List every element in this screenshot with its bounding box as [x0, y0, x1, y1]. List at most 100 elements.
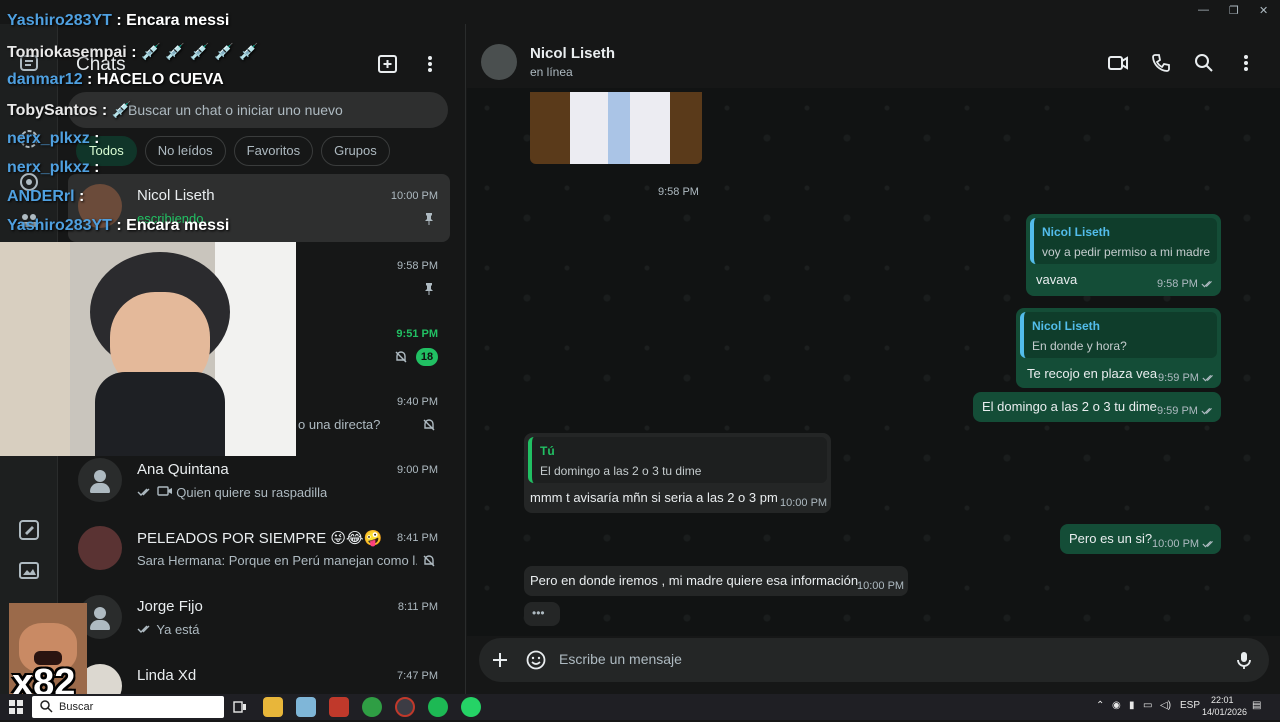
- quoted-message[interactable]: Nicol Liseth voy a pedir permiso a mi ma…: [1030, 218, 1217, 264]
- spotify-icon[interactable]: [428, 697, 448, 717]
- clock-date[interactable]: 14/01/2026: [1202, 707, 1247, 717]
- message-bubble-outgoing[interactable]: Nicol Liseth voy a pedir permiso a mi ma…: [1026, 214, 1221, 296]
- tray-mic-icon[interactable]: ▮: [1129, 700, 1135, 711]
- chat-time: 8:41 PM: [397, 532, 438, 544]
- more-options-icon[interactable]: [1235, 52, 1257, 74]
- voice-call-icon[interactable]: [1150, 52, 1172, 74]
- stream-chat-line: Yashiro283YT : Encara messi: [7, 217, 230, 234]
- chat-time: 9:00 PM: [397, 464, 438, 476]
- stream-chat-line: TobySantos : 💉: [7, 102, 132, 119]
- double-check-icon: [1202, 541, 1214, 548]
- search-placeholder: Buscar un chat o iniciar uno nuevo: [128, 102, 343, 118]
- unread-badge: 18: [416, 348, 438, 366]
- message-bubble-incoming[interactable]: Pero en donde iremos , mi madre quiere e…: [524, 566, 908, 596]
- chat-name: Nicol Liseth: [137, 187, 215, 204]
- double-check-icon: [1201, 408, 1212, 415]
- typing-dots: •••: [532, 606, 545, 620]
- message-bubble-outgoing[interactable]: Pero es un si? 10:00 PM: [1060, 524, 1221, 554]
- taskbar-search-text: Buscar: [59, 701, 94, 713]
- message-time: 10:00 PM: [780, 497, 828, 509]
- message-time: 9:58 PM: [1157, 278, 1215, 290]
- stream-chat-line: nerx_plkxz :: [7, 159, 100, 176]
- message-input[interactable]: Escribe un mensaje: [559, 651, 682, 667]
- message-time: 9:59 PM: [1158, 372, 1216, 384]
- search-icon: [40, 700, 53, 718]
- attach-plus-icon[interactable]: [489, 649, 511, 671]
- chat-name: Linda Xd: [137, 667, 197, 684]
- muted-icon: [422, 418, 436, 432]
- muted-icon: [394, 350, 408, 364]
- search-icon[interactable]: [1193, 52, 1215, 74]
- file-explorer-icon[interactable]: [263, 697, 283, 717]
- tray-record-icon[interactable]: ◉: [1112, 700, 1121, 711]
- contact-name: Nicol Liseth: [530, 45, 616, 62]
- chat-row-jorge-fijo[interactable]: Jorge Fijo 8:11 PM Ya está: [68, 585, 450, 653]
- quote-author: Nicol Liseth: [1042, 225, 1111, 239]
- image-message[interactable]: [530, 92, 702, 164]
- message-time: 10:00 PM: [857, 580, 905, 592]
- stream-chat-line: Yashiro283YT : Encara messi: [7, 12, 230, 29]
- default-avatar-icon: [78, 458, 122, 502]
- conversation-header[interactable]: Nicol Liseth en línea: [467, 24, 1280, 88]
- chat-row-ana-quintana[interactable]: Ana Quintana 9:00 PM Quien quiere su ras…: [68, 448, 450, 516]
- message-bubble-incoming[interactable]: Tú El domingo a las 2 o 3 tu dime mmm t …: [524, 433, 831, 513]
- chat-row-peleados[interactable]: PELEADOS POR SIEMPRE 😜😂🤪 8:41 PM Sara He…: [68, 516, 450, 584]
- emoji-icon[interactable]: [525, 649, 547, 671]
- media-icon[interactable]: [17, 558, 41, 582]
- message-text: vavava: [1036, 272, 1078, 287]
- app-icon[interactable]: [329, 697, 349, 717]
- tray-chevron-icon[interactable]: ⌃: [1096, 700, 1104, 711]
- close-button[interactable]: ✕: [1259, 4, 1268, 17]
- chat-time: 8:11 PM: [397, 601, 438, 613]
- taskbar-search[interactable]: Buscar: [32, 696, 224, 718]
- filter-no-leidos[interactable]: No leídos: [144, 136, 226, 166]
- message-time: 9:59 PM: [1157, 405, 1215, 417]
- chrome-icon[interactable]: [362, 697, 382, 717]
- chat-preview-row: Quien quiere su raspadilla: [137, 485, 327, 500]
- obs-icon[interactable]: [395, 697, 415, 717]
- message-text: El domingo a las 2 o 3 tu dime: [982, 399, 1157, 414]
- microphone-icon[interactable]: [1233, 649, 1255, 671]
- video-call-icon[interactable]: [1107, 52, 1129, 74]
- windows-start-icon[interactable]: [9, 700, 23, 719]
- tray-language[interactable]: ESP: [1180, 700, 1200, 711]
- menu-dots-icon[interactable]: [418, 52, 442, 76]
- quoted-message[interactable]: Nicol Liseth En donde y hora?: [1020, 312, 1217, 358]
- video-icon: [156, 486, 172, 496]
- quote-text: En donde y hora?: [1032, 339, 1127, 353]
- message-text: mmm t avisaría mñn si seria a las 2 o 3 …: [530, 490, 778, 505]
- contact-avatar[interactable]: [481, 44, 517, 80]
- typing-indicator: •••: [524, 602, 560, 626]
- whatsapp-taskbar-icon[interactable]: [461, 697, 481, 717]
- restore-button[interactable]: ❐: [1229, 4, 1239, 17]
- whatsapp-window: — ❐ ✕ Chats Buscar un chat o iniciar uno…: [0, 0, 1280, 704]
- filter-grupos[interactable]: Grupos: [321, 136, 390, 166]
- chat-time: 9:40 PM: [397, 396, 438, 408]
- tray-network-icon[interactable]: ▭: [1143, 700, 1152, 711]
- message-bubble-outgoing[interactable]: El domingo a las 2 o 3 tu dime 9:59 PM: [973, 392, 1221, 422]
- message-bubble-outgoing[interactable]: Nicol Liseth En donde y hora? Te recojo …: [1016, 308, 1221, 388]
- chat-time: 10:00 PM: [390, 190, 438, 202]
- edit-status-icon[interactable]: [17, 518, 41, 542]
- quote-author: Nicol Liseth: [1032, 319, 1101, 333]
- message-composer[interactable]: Escribe un mensaje: [479, 638, 1269, 682]
- task-view-icon[interactable]: [230, 697, 250, 717]
- pin-icon: [422, 282, 436, 296]
- chat-preview-row: Ya está: [137, 622, 200, 637]
- new-chat-icon[interactable]: [376, 52, 400, 76]
- image-timestamp: 9:58 PM: [658, 186, 699, 198]
- notification-icon[interactable]: ▤: [1252, 700, 1261, 711]
- quoted-message[interactable]: Tú El domingo a las 2 o 3 tu dime: [528, 437, 827, 483]
- quote-text: voy a pedir permiso a mi madre: [1042, 245, 1211, 259]
- quote-author: Tú: [540, 444, 555, 458]
- chat-row-linda-xd[interactable]: Linda Xd 7:47 PM: [68, 654, 450, 694]
- clock-time[interactable]: 22:01: [1211, 695, 1234, 705]
- stream-chat-line: nerx_plkxz :: [7, 130, 100, 147]
- muted-icon: [422, 554, 436, 568]
- minimize-button[interactable]: —: [1198, 4, 1209, 16]
- app-icon[interactable]: [296, 697, 316, 717]
- double-check-icon: [137, 488, 150, 496]
- tray-volume-icon[interactable]: ◁): [1160, 700, 1171, 711]
- filter-favoritos[interactable]: Favoritos: [233, 136, 314, 166]
- chat-preview: Quien quiere su raspadilla: [176, 485, 328, 500]
